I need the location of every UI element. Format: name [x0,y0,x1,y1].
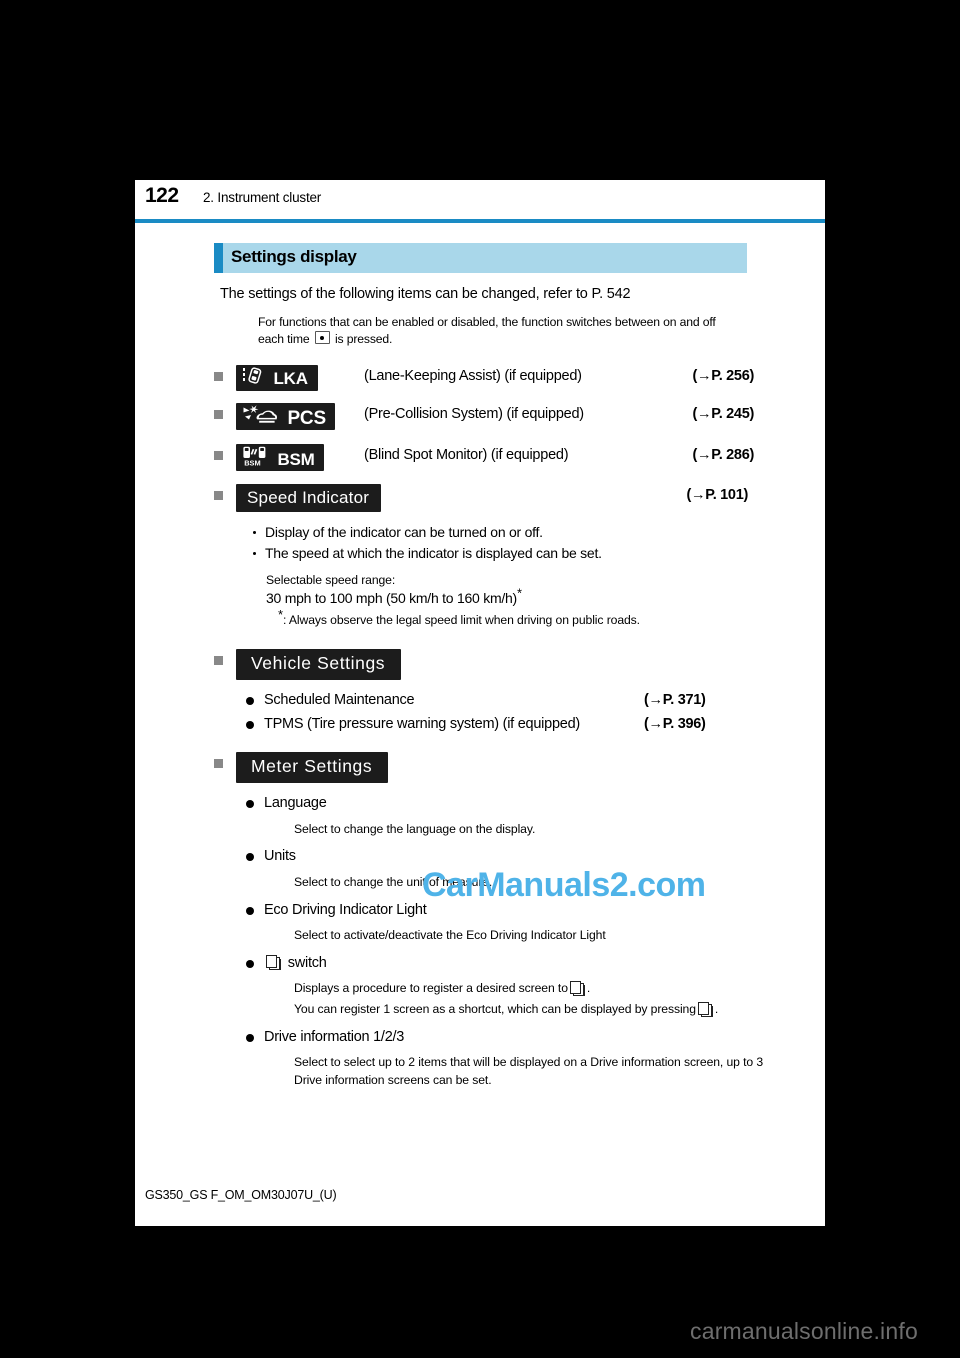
chip-label-lka: LKA [273,369,308,389]
list-item-description: You can register 1 screen as a shortcut,… [294,1001,719,1017]
blind-spot-monitor-icon: BSM [242,446,268,474]
chip-bsm: BSM BSM [236,443,324,474]
setting-ref-bsm[interactable]: (→P. 286) [692,447,754,463]
list-item-ref[interactable]: (→P. 371) [644,689,706,712]
screen-shortcut-icon [569,981,585,997]
list-item-label: TPMS (Tire pressure warning system) (if … [264,715,580,732]
page-content: The settings of the following items can … [214,280,763,1097]
setting-ref-speed-indicator[interactable]: (→P. 101) [686,487,748,503]
speed-range-value: 30 mph to 100 mph (50 km/h to 160 km/h)* [266,585,522,607]
chip-label-meter-settings: Meter Settings [236,752,389,784]
screen-shortcut-icon [697,1001,713,1017]
setting-ref-pcs[interactable]: (→P. 245) [692,406,754,422]
square-bullet [214,759,223,769]
list-item[interactable]: Eco Driving Indicator Light [244,899,754,922]
setting-caption-pcs: (Pre-Collision System) (if equipped) [364,405,584,422]
screen-shortcut-icon [266,954,282,970]
meter-settings-list: Language Select to change the language o… [244,792,763,1089]
list-item[interactable]: Drive information 1/2/3 [244,1026,754,1049]
speed-indicator-bullet: The speed at which the indicator is disp… [252,543,754,564]
enable-disable-note: For functions that can be enabled or dis… [258,314,736,349]
list-item-description: Select to change the language on the dis… [294,821,536,836]
chip-meter-settings: Meter Settings [236,752,389,784]
list-item[interactable]: Scheduled Maintenance (→P. 371) [244,689,754,712]
setting-ref-lka[interactable]: (→P. 256) [692,368,754,384]
square-bullet [214,371,223,381]
list-item-description: Select to change the unit of measure. [294,874,493,889]
list-item[interactable]: Language [244,792,754,815]
list-item-label: Language [264,795,327,812]
list-item[interactable]: TPMS (Tire pressure warning system) (if … [244,713,754,736]
header-rule [135,219,825,223]
list-item-ref[interactable]: (→P. 396) [644,713,706,736]
list-item-description: Select to select up to 2 items that will… [294,1055,764,1087]
chip-label-speed-indicator: Speed Indicator [236,483,382,512]
speed-range-block: Selectable speed range: 30 mph to 100 mp… [266,572,754,630]
setting-row-meter-settings[interactable]: Meter Settings [214,752,754,784]
chip-label-pcs: PCS [287,407,326,429]
chip-pcs: PCS [236,402,335,433]
lane-keeping-assist-icon [242,367,264,392]
chip-speed-indicator: Speed Indicator [236,483,382,512]
setting-row-pcs[interactable]: PCS (Pre-Collision System) (if equipped)… [214,402,754,436]
square-bullet [214,490,223,500]
manual-page: 122 2. Instrument cluster Settings displ… [135,180,825,1226]
list-item-label: Eco Driving Indicator Light [264,901,427,918]
list-item[interactable]: switch [244,952,754,975]
setting-row-bsm[interactable]: BSM BSM (Blind Spot Monitor) (if equippe… [214,443,754,476]
setting-caption-bsm: (Blind Spot Monitor) (if equipped) [364,446,569,463]
note-text-after: is pressed. [335,332,393,347]
speed-indicator-bullet: Display of the indicator can be turned o… [252,522,754,543]
chapter-title: 2. Instrument cluster [203,190,322,205]
svg-text:BSM: BSM [244,458,260,467]
page-number: 122 [145,184,179,207]
setting-row-speed-indicator[interactable]: Speed Indicator (→P. 101) [214,483,754,514]
list-item[interactable]: Units [244,845,754,868]
watermark-carmanualsonline: carmanualsonline.info [690,1318,918,1344]
intro-text: The settings of the following items can … [220,286,631,302]
square-bullet [214,450,223,460]
list-item-label: switch [287,954,327,971]
section-heading: Settings display [214,243,747,273]
document-code: GS350_GS F_OM_OM30J07U_(U) [145,1188,337,1202]
pre-collision-system-icon [242,404,278,433]
list-item-description: Displays a procedure to register a desir… [294,981,591,997]
speed-indicator-bullets: Display of the indicator can be turned o… [252,522,754,564]
square-bullet [214,409,223,419]
enter-dot-button-icon [314,331,330,345]
list-item-label: Scheduled Maintenance [264,692,415,709]
section-heading-accent [214,243,223,273]
speed-range-footnote: *: Always observe the legal speed limit … [278,606,640,627]
list-item-label: Units [264,848,296,865]
list-item-description: Select to activate/deactivate the Eco Dr… [294,928,606,943]
setting-row-lka[interactable]: LKA (Lane-Keeping Assist) (if equipped) … [214,364,754,395]
chip-label-vehicle-settings: Vehicle Settings [236,649,402,681]
section-heading-label: Settings display [231,247,357,266]
setting-caption-lka: (Lane-Keeping Assist) (if equipped) [364,367,582,384]
speed-range-label: Selectable speed range: [266,572,396,587]
vehicle-settings-list: Scheduled Maintenance (→P. 371) TPMS (Ti… [244,689,754,736]
chip-lka: LKA [236,364,318,392]
setting-row-vehicle-settings[interactable]: Vehicle Settings [214,649,754,681]
chip-vehicle-settings: Vehicle Settings [236,649,402,681]
running-head: 122 2. Instrument cluster [135,180,825,224]
list-item-label: Drive information 1/2/3 [264,1028,405,1045]
chip-label-bsm: BSM [277,450,315,470]
square-bullet [214,656,223,666]
